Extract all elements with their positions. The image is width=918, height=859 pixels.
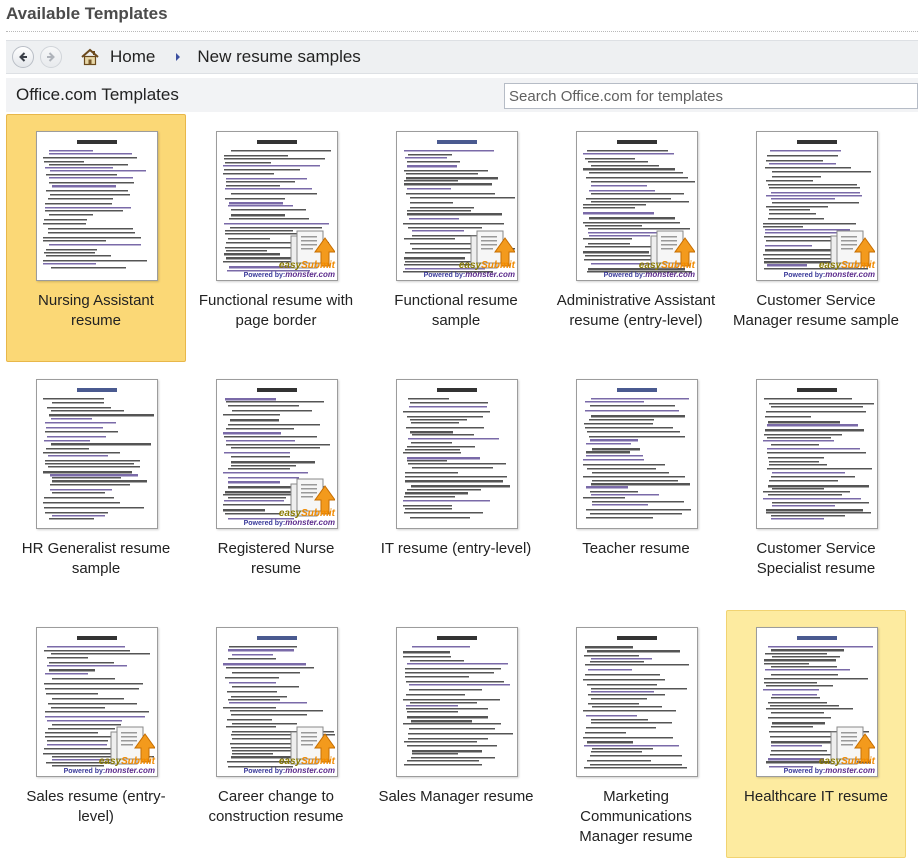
- brand-monster: monster.com: [105, 766, 155, 775]
- search-input[interactable]: [504, 83, 918, 109]
- resume-preview-lines: [583, 388, 691, 519]
- template-label: Career change to construction resume: [208, 788, 344, 825]
- template-thumbnail: easySubmit Powered by:monster.com: [756, 627, 878, 777]
- template-tile[interactable]: easySubmit Powered by:monster.com Administ…: [546, 114, 726, 362]
- template-tile[interactable]: easySubmit Powered by:monster.com Customer…: [726, 114, 906, 362]
- title-bar: Available Templates: [0, 0, 918, 30]
- resume-preview-lines: [763, 388, 874, 520]
- template-label: IT resume (entry-level): [380, 540, 532, 557]
- title-divider: [6, 31, 918, 32]
- office-templates-title: Office.com Templates: [16, 85, 179, 104]
- easysubmit-monster-brand: easySubmit Powered by:monster.com: [784, 261, 875, 280]
- template-label: Nursing Assistant resume: [38, 292, 154, 329]
- template-thumbnail: [396, 379, 518, 529]
- template-thumbnail: easySubmit Powered by:monster.com: [396, 131, 518, 281]
- brand-powered: Powered by:: [783, 272, 826, 279]
- easysubmit-monster-brand: easySubmit Powered by:monster.com: [424, 261, 515, 280]
- brand-powered: Powered by:: [243, 272, 286, 279]
- template-tile[interactable]: Marketing Communications Manager resume: [546, 610, 726, 858]
- template-thumbnail: [756, 379, 878, 529]
- resume-preview-lines: [43, 140, 147, 269]
- template-tile[interactable]: easySubmit Powered by:monster.com Function…: [366, 114, 546, 362]
- template-thumbnail: easySubmit Powered by:monster.com: [216, 627, 338, 777]
- brand-monster: monster.com: [825, 766, 875, 775]
- resume-preview-lines: [403, 388, 510, 519]
- template-label: Functional resume sample: [394, 292, 518, 329]
- template-label: Teacher resume: [582, 540, 690, 557]
- brand-monster: monster.com: [285, 766, 335, 775]
- template-label: Customer Service Manager resume sample: [733, 292, 899, 329]
- template-tile[interactable]: IT resume (entry-level): [366, 362, 546, 610]
- template-label: Functional resume with page border: [198, 292, 354, 329]
- brand-powered: Powered by:: [603, 272, 646, 279]
- template-label: Marketing Communications Manager resume: [579, 788, 693, 845]
- breadcrumb-current: New resume samples: [197, 47, 361, 66]
- brand-monster: monster.com: [285, 270, 335, 279]
- template-tile[interactable]: Nursing Assistant resume: [6, 114, 186, 362]
- template-thumbnail: easySubmit Powered by:monster.com: [756, 131, 878, 281]
- template-tile[interactable]: Sales Manager resume: [366, 610, 546, 858]
- forward-arrow-icon[interactable]: [40, 46, 62, 68]
- template-tile[interactable]: easySubmit Powered by:monster.com Register…: [186, 362, 366, 610]
- template-label: HR Generalist resume sample: [21, 540, 171, 577]
- template-label: Healthcare IT resume: [744, 788, 888, 805]
- easysubmit-monster-brand: easySubmit Powered by:monster.com: [64, 757, 155, 776]
- brand-powered: Powered by:: [783, 768, 826, 775]
- template-thumbnail: easySubmit Powered by:monster.com: [216, 379, 338, 529]
- resume-preview-lines: [583, 636, 689, 769]
- template-thumbnail: easySubmit Powered by:monster.com: [576, 131, 698, 281]
- template-tile[interactable]: Customer Service Specialist resume: [726, 362, 906, 610]
- window-title: Available Templates: [6, 4, 168, 23]
- easysubmit-monster-brand: easySubmit Powered by:monster.com: [784, 757, 875, 776]
- office-templates-bar: Office.com Templates: [6, 78, 918, 112]
- template-thumbnail: easySubmit Powered by:monster.com: [216, 131, 338, 281]
- template-label: Sales Manager resume: [378, 788, 534, 805]
- brand-monster: monster.com: [645, 270, 695, 279]
- template-label: Administrative Assistant resume (entry-l…: [556, 292, 716, 329]
- template-grid: Nursing Assistant resume easySubmit Powere…: [6, 114, 918, 859]
- template-thumbnail: [576, 379, 698, 529]
- brand-powered: Powered by:: [243, 768, 286, 775]
- template-label: Registered Nurse resume: [217, 540, 335, 577]
- home-button[interactable]: Home: [80, 44, 155, 70]
- template-tile[interactable]: easySubmit Powered by:monster.com Healthca…: [726, 610, 906, 858]
- resume-preview-lines: [43, 388, 154, 520]
- template-thumbnail: [576, 627, 698, 777]
- navigation-bar: Home New resume samples: [6, 40, 918, 74]
- easysubmit-monster-brand: easySubmit Powered by:monster.com: [244, 509, 335, 528]
- brand-monster: monster.com: [465, 270, 515, 279]
- brand-powered: Powered by:: [423, 272, 466, 279]
- brand-monster: monster.com: [825, 270, 875, 279]
- template-thumbnail: [36, 379, 158, 529]
- easysubmit-monster-brand: easySubmit Powered by:monster.com: [244, 261, 335, 280]
- resume-preview-lines: [403, 636, 513, 766]
- breadcrumb-arrow-icon[interactable]: [173, 51, 183, 63]
- easysubmit-monster-brand: easySubmit Powered by:monster.com: [604, 261, 695, 280]
- brand-powered: Powered by:: [243, 520, 286, 527]
- home-label: Home: [110, 47, 156, 66]
- template-label: Sales resume (entry-level): [26, 788, 166, 825]
- back-arrow-icon[interactable]: [12, 46, 34, 68]
- template-tile[interactable]: easySubmit Powered by:monster.com Function…: [186, 114, 366, 362]
- template-tile[interactable]: Teacher resume: [546, 362, 726, 610]
- template-label: Customer Service Specialist resume: [756, 540, 876, 577]
- template-thumbnail: easySubmit Powered by:monster.com: [36, 627, 158, 777]
- template-tile[interactable]: HR Generalist resume sample: [6, 362, 186, 610]
- brand-powered: Powered by:: [63, 768, 106, 775]
- brand-monster: monster.com: [285, 518, 335, 527]
- template-tile[interactable]: easySubmit Powered by:monster.com Sales re…: [6, 610, 186, 858]
- template-thumbnail: [36, 131, 158, 281]
- home-icon: [81, 48, 99, 66]
- easysubmit-monster-brand: easySubmit Powered by:monster.com: [244, 757, 335, 776]
- template-thumbnail: [396, 627, 518, 777]
- template-tile[interactable]: easySubmit Powered by:monster.com Career c…: [186, 610, 366, 858]
